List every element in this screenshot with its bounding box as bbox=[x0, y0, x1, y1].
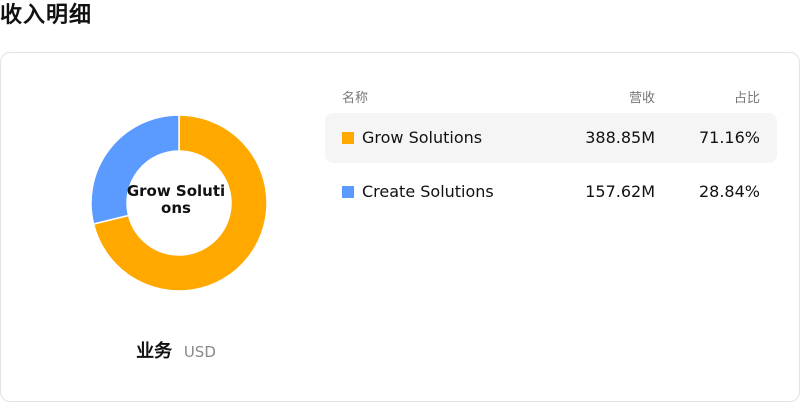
revenue-table: 名称 营收 占比 Grow Solutions 388.85M 71.16% C… bbox=[325, 83, 777, 217]
donut-center-label: Grow Solutions bbox=[126, 182, 226, 217]
table-row-create-solutions[interactable]: Create Solutions 157.62M 28.84% bbox=[325, 167, 777, 217]
header-name: 名称 bbox=[342, 91, 369, 106]
row-share: 71.16% bbox=[698, 128, 760, 147]
segment-selector[interactable]: 业务 USD bbox=[1, 337, 351, 363]
revenue-breakdown-card: Grow Solutions 业务 USD 名称 营收 占比 Grow Solu… bbox=[0, 52, 800, 402]
row-revenue: 388.85M bbox=[585, 128, 655, 147]
table-header: 名称 营收 占比 bbox=[325, 83, 777, 109]
legend-swatch bbox=[342, 132, 354, 144]
currency-label: USD bbox=[183, 343, 216, 361]
row-share: 28.84% bbox=[698, 182, 760, 201]
row-name: Grow Solutions bbox=[362, 128, 483, 147]
header-revenue: 营收 bbox=[628, 91, 655, 106]
legend-swatch bbox=[342, 186, 354, 198]
page-title: 收入明细 bbox=[0, 3, 93, 28]
row-revenue: 157.62M bbox=[585, 182, 655, 201]
segment-name: 业务 bbox=[136, 341, 173, 362]
header-share: 占比 bbox=[733, 91, 760, 106]
table-row-grow-solutions[interactable]: Grow Solutions 388.85M 71.16% bbox=[325, 113, 777, 163]
chart-area: Grow Solutions 业务 USD bbox=[1, 53, 351, 401]
row-name: Create Solutions bbox=[362, 182, 494, 201]
